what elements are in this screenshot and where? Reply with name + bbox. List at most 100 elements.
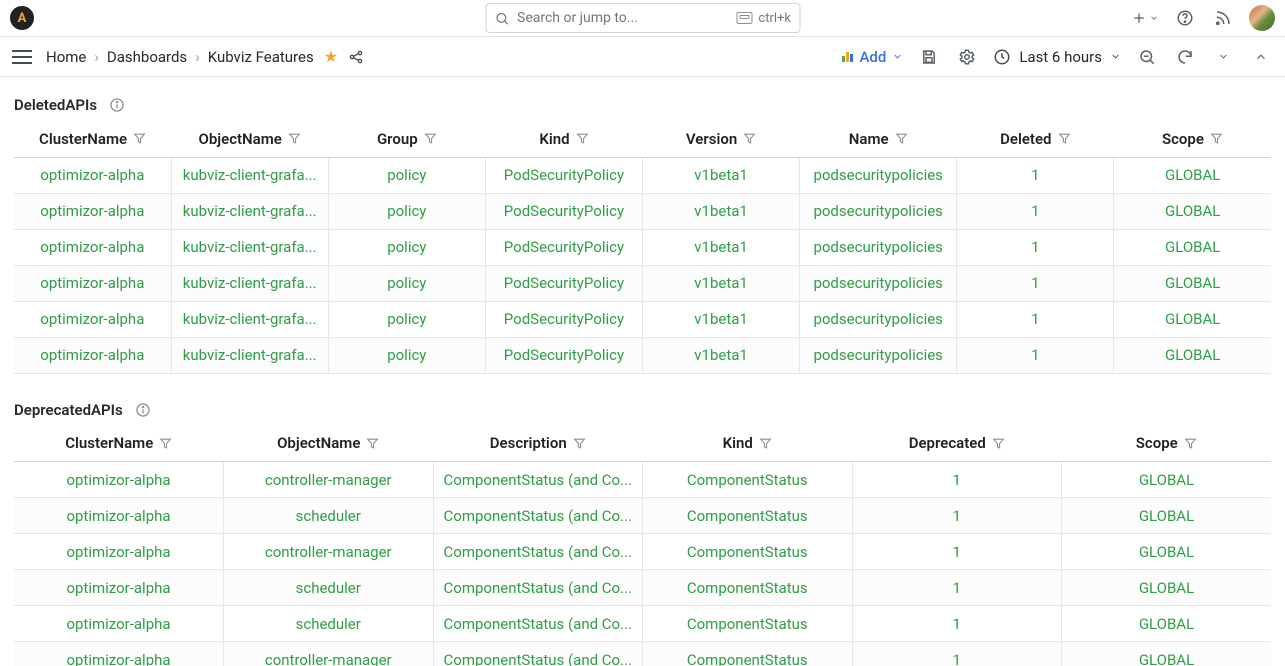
time-range-picker[interactable]: Last 6 hours: [993, 48, 1121, 66]
column-header[interactable]: ObjectName: [224, 426, 434, 462]
column-header[interactable]: ClusterName: [14, 121, 171, 157]
table-cell[interactable]: v1beta1: [643, 265, 800, 301]
table-cell[interactable]: v1beta1: [643, 337, 800, 373]
table-cell[interactable]: ComponentStatus: [643, 462, 853, 498]
table-cell[interactable]: controller-manager: [224, 534, 434, 570]
table-cell[interactable]: GLOBAL: [1062, 606, 1272, 642]
filter-icon[interactable]: [288, 132, 301, 145]
table-cell[interactable]: ComponentStatus: [643, 534, 853, 570]
table-cell[interactable]: kubviz-client-grafa...: [171, 193, 328, 229]
table-cell[interactable]: optimizor-alpha: [14, 498, 224, 534]
table-cell[interactable]: optimizor-alpha: [14, 157, 171, 193]
table-cell[interactable]: PodSecurityPolicy: [485, 229, 642, 265]
info-icon[interactable]: [109, 97, 125, 113]
filter-icon[interactable]: [576, 132, 589, 145]
table-cell[interactable]: ComponentStatus: [643, 606, 853, 642]
table-cell[interactable]: ComponentStatus (and Co...: [433, 606, 643, 642]
table-cell[interactable]: GLOBAL: [1114, 229, 1271, 265]
table-cell[interactable]: PodSecurityPolicy: [485, 301, 642, 337]
table-cell[interactable]: 1: [852, 462, 1062, 498]
table-cell[interactable]: ComponentStatus (and Co...: [433, 642, 643, 666]
refresh-interval-picker[interactable]: [1211, 45, 1235, 69]
table-cell[interactable]: GLOBAL: [1114, 265, 1271, 301]
filter-icon[interactable]: [759, 437, 772, 450]
table-cell[interactable]: ComponentStatus: [643, 642, 853, 666]
table-cell[interactable]: kubviz-client-grafa...: [171, 157, 328, 193]
filter-icon[interactable]: [159, 437, 172, 450]
table-cell[interactable]: podsecuritypolicies: [800, 193, 957, 229]
table-cell[interactable]: ComponentStatus (and Co...: [433, 570, 643, 606]
table-cell[interactable]: policy: [328, 301, 485, 337]
table-cell[interactable]: PodSecurityPolicy: [485, 337, 642, 373]
table-cell[interactable]: GLOBAL: [1114, 337, 1271, 373]
filter-icon[interactable]: [1210, 132, 1223, 145]
table-cell[interactable]: ComponentStatus: [643, 498, 853, 534]
table-cell[interactable]: podsecuritypolicies: [800, 157, 957, 193]
share-button[interactable]: [348, 49, 364, 65]
settings-button[interactable]: [955, 45, 979, 69]
table-cell[interactable]: kubviz-client-grafa...: [171, 301, 328, 337]
table-cell[interactable]: GLOBAL: [1114, 157, 1271, 193]
breadcrumb-dashboards[interactable]: Dashboards: [107, 48, 187, 66]
column-header[interactable]: Version: [643, 121, 800, 157]
filter-icon[interactable]: [992, 437, 1005, 450]
breadcrumb-home[interactable]: Home: [46, 48, 86, 66]
table-cell[interactable]: ComponentStatus (and Co...: [433, 498, 643, 534]
table-cell[interactable]: podsecuritypolicies: [800, 301, 957, 337]
table-cell[interactable]: GLOBAL: [1062, 534, 1272, 570]
zoom-out-button[interactable]: [1135, 45, 1159, 69]
favorite-star-icon[interactable]: ★: [324, 47, 338, 66]
info-icon[interactable]: [135, 402, 151, 418]
table-cell[interactable]: 1: [852, 606, 1062, 642]
table-cell[interactable]: 1: [957, 229, 1114, 265]
global-search[interactable]: Search or jump to... ctrl+k: [485, 3, 800, 33]
table-cell[interactable]: optimizor-alpha: [14, 193, 171, 229]
panel-header-deleted[interactable]: DeletedAPIs: [14, 89, 1271, 121]
column-header[interactable]: ObjectName: [171, 121, 328, 157]
column-header[interactable]: Kind: [485, 121, 642, 157]
column-header[interactable]: Name: [800, 121, 957, 157]
table-cell[interactable]: GLOBAL: [1062, 642, 1272, 666]
table-cell[interactable]: 1: [957, 337, 1114, 373]
table-cell[interactable]: v1beta1: [643, 301, 800, 337]
table-cell[interactable]: GLOBAL: [1062, 462, 1272, 498]
table-cell[interactable]: optimizor-alpha: [14, 642, 224, 666]
column-header[interactable]: Scope: [1114, 121, 1271, 157]
save-button[interactable]: [917, 45, 941, 69]
column-header[interactable]: Deleted: [957, 121, 1114, 157]
table-cell[interactable]: kubviz-client-grafa...: [171, 337, 328, 373]
table-cell[interactable]: policy: [328, 157, 485, 193]
table-cell[interactable]: ComponentStatus (and Co...: [433, 462, 643, 498]
column-header[interactable]: Kind: [643, 426, 853, 462]
nav-toggle[interactable]: [12, 50, 32, 64]
breadcrumb-current[interactable]: Kubviz Features: [208, 48, 314, 66]
filter-icon[interactable]: [366, 437, 379, 450]
table-cell[interactable]: 1: [852, 498, 1062, 534]
table-cell[interactable]: PodSecurityPolicy: [485, 157, 642, 193]
table-cell[interactable]: 1: [957, 265, 1114, 301]
table-cell[interactable]: PodSecurityPolicy: [485, 265, 642, 301]
table-cell[interactable]: GLOBAL: [1062, 498, 1272, 534]
table-cell[interactable]: PodSecurityPolicy: [485, 193, 642, 229]
table-cell[interactable]: optimizor-alpha: [14, 606, 224, 642]
filter-icon[interactable]: [573, 437, 586, 450]
filter-icon[interactable]: [1058, 132, 1071, 145]
table-cell[interactable]: optimizor-alpha: [14, 462, 224, 498]
table-cell[interactable]: GLOBAL: [1114, 193, 1271, 229]
filter-icon[interactable]: [743, 132, 756, 145]
table-cell[interactable]: kubviz-client-grafa...: [171, 229, 328, 265]
table-cell[interactable]: 1: [957, 301, 1114, 337]
refresh-button[interactable]: [1173, 45, 1197, 69]
filter-icon[interactable]: [424, 132, 437, 145]
table-cell[interactable]: 1: [852, 642, 1062, 666]
table-cell[interactable]: optimizor-alpha: [14, 570, 224, 606]
app-logo[interactable]: A: [10, 6, 34, 30]
table-cell[interactable]: policy: [328, 337, 485, 373]
table-cell[interactable]: 1: [957, 193, 1114, 229]
column-header[interactable]: Deprecated: [852, 426, 1062, 462]
table-cell[interactable]: ComponentStatus: [643, 570, 853, 606]
table-cell[interactable]: optimizor-alpha: [14, 337, 171, 373]
table-cell[interactable]: optimizor-alpha: [14, 301, 171, 337]
user-avatar[interactable]: [1249, 5, 1275, 31]
table-cell[interactable]: 1: [852, 534, 1062, 570]
